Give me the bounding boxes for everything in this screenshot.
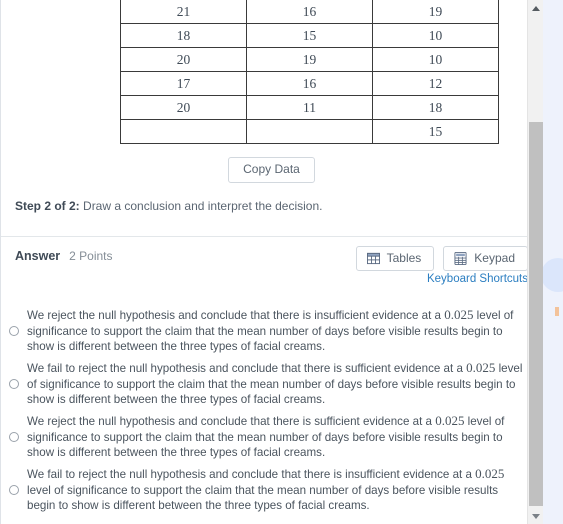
calculator-icon <box>454 251 467 265</box>
question-panel: 21 16 19 18 15 10 20 19 10 17 16 12 20 11 18 15 Copy Da… <box>0 0 543 524</box>
answer-option-radio-1[interactable] <box>9 325 19 336</box>
table-cell: 16 <box>246 71 373 96</box>
significance-level-value: 0.025 <box>444 307 474 323</box>
option-text-part1: We reject the null hypothesis and conclu… <box>27 309 445 323</box>
tables-button[interactable]: Tables <box>355 245 435 271</box>
table-cell: 15 <box>372 119 499 144</box>
answer-options-list: We reject the null hypothesis and conclu… <box>1 299 542 514</box>
answer-points: 2 Points <box>69 248 113 263</box>
answer-option-radio-3[interactable] <box>9 431 19 442</box>
chevron-up-icon <box>532 5 540 11</box>
table-cell: 12 <box>372 71 499 96</box>
option-text-part1: We fail to reject the null hypothesis an… <box>27 362 467 376</box>
table-row: 18 15 10 <box>120 23 499 48</box>
answer-option-1[interactable]: We reject the null hypothesis and conclu… <box>1 307 542 355</box>
table-grid-icon <box>366 252 380 265</box>
decorative-tick <box>555 307 559 316</box>
option-text-part2: level of significance to support the cla… <box>27 483 499 513</box>
table-cell: 19 <box>372 0 499 24</box>
table-row: 17 16 12 <box>120 71 499 96</box>
keyboard-shortcuts-link[interactable]: Keyboard Shortcuts <box>427 273 528 285</box>
table-cell: 15 <box>246 23 373 48</box>
answer-option-label-2[interactable]: We fail to reject the null hypothesis an… <box>27 360 524 408</box>
data-table: 21 16 19 18 15 10 20 19 10 17 16 12 20 11 18 15 <box>120 0 499 144</box>
answer-title: Answer <box>15 248 61 263</box>
answer-bar: Answer 2 Points Tables Keypad Keyboard S… <box>1 237 542 299</box>
data-table-container: 21 16 19 18 15 10 20 19 10 17 16 12 20 11 18 15 <box>1 0 542 144</box>
keypad-button-label: Keypad <box>474 250 515 265</box>
answer-tools: Tables Keypad <box>355 245 528 271</box>
significance-level-value: 0.025 <box>466 360 496 376</box>
scroll-down-arrow[interactable] <box>528 508 544 524</box>
answer-option-radio-2[interactable] <box>9 378 19 389</box>
table-row: 21 16 19 <box>120 0 499 24</box>
scroll-up-arrow[interactable] <box>528 0 544 16</box>
answer-option-label-1[interactable]: We reject the null hypothesis and conclu… <box>27 307 524 355</box>
vertical-scrollbar[interactable] <box>527 0 543 524</box>
table-cell <box>246 119 373 144</box>
answer-option-label-3[interactable]: We reject the null hypothesis and conclu… <box>27 413 524 461</box>
table-cell: 11 <box>246 95 373 120</box>
table-cell: 19 <box>246 47 373 72</box>
page-backdrop <box>541 0 563 524</box>
answer-option-4[interactable]: We fail to reject the null hypothesis an… <box>1 466 542 514</box>
answer-option-radio-4[interactable] <box>9 484 19 495</box>
step-prompt: Step 2 of 2: Draw a conclusion and inter… <box>15 199 542 215</box>
option-text-part1: We reject the null hypothesis and conclu… <box>27 415 436 429</box>
step-label: Step 2 of 2: <box>15 199 80 214</box>
table-cell: 21 <box>120 0 247 24</box>
table-cell: 20 <box>120 47 247 72</box>
chevron-down-icon <box>532 513 540 519</box>
table-row: 20 19 10 <box>120 47 499 72</box>
significance-level-value: 0.025 <box>435 413 465 429</box>
table-cell: 10 <box>372 47 499 72</box>
table-row: 15 <box>120 119 499 144</box>
step-text: Draw a conclusion and interpret the deci… <box>79 199 323 214</box>
scroll-thumb[interactable] <box>529 122 543 506</box>
table-cell: 10 <box>372 23 499 48</box>
table-cell: 20 <box>120 95 247 120</box>
tables-button-label: Tables <box>386 250 422 265</box>
answer-option-3[interactable]: We reject the null hypothesis and conclu… <box>1 413 542 461</box>
keypad-button[interactable]: Keypad <box>443 245 528 271</box>
option-text-part1: We fail to reject the null hypothesis an… <box>27 468 476 482</box>
table-cell: 18 <box>120 23 247 48</box>
significance-level-value: 0.025 <box>475 466 505 482</box>
table-cell: 16 <box>246 0 373 24</box>
copy-data-button[interactable]: Copy Data <box>228 157 315 184</box>
table-cell: 18 <box>372 95 499 120</box>
answer-option-label-4[interactable]: We fail to reject the null hypothesis an… <box>27 466 524 514</box>
table-cell: 17 <box>120 71 247 96</box>
table-cell <box>120 119 247 144</box>
table-row: 20 11 18 <box>120 95 499 120</box>
answer-option-2[interactable]: We fail to reject the null hypothesis an… <box>1 360 542 408</box>
decorative-blob <box>541 258 563 292</box>
copy-data-row: Copy Data <box>1 157 542 184</box>
